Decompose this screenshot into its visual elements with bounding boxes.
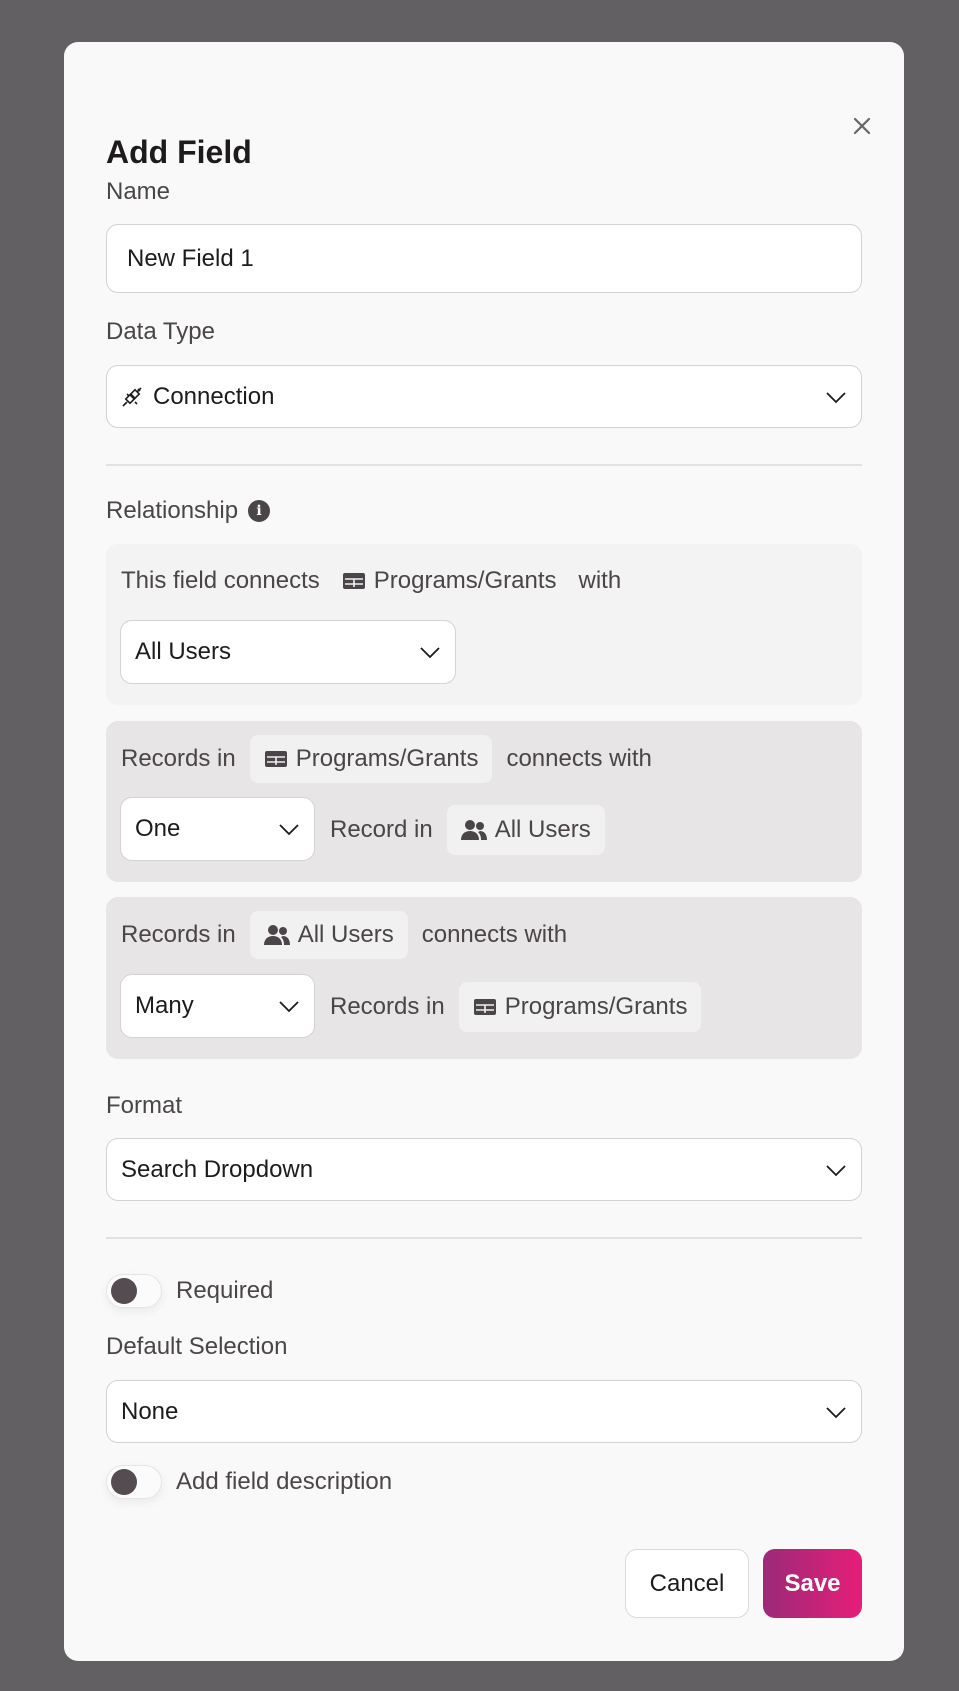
intro-table: Programs/Grants [373,567,557,594]
rule2-prefix: Records in [121,921,236,948]
close-icon[interactable] [844,108,880,144]
format-select[interactable]: Search Dropdown [106,1138,862,1201]
relationship-label: Relationship [106,497,239,524]
toggle-knob [111,1469,137,1495]
rule1-connects: connects with [506,745,652,772]
chevron-down-icon [826,1164,846,1176]
default-selection-value: None [121,1397,179,1425]
data-type-select[interactable]: Connection [106,365,862,428]
rule2-count-select[interactable]: Many [120,974,315,1038]
format-value: Search Dropdown [121,1155,314,1183]
table-icon [473,999,496,1015]
save-button[interactable]: Save [763,1549,862,1618]
rule2-target-table: Programs/Grants [504,993,688,1020]
data-type-value: Connection [153,382,275,410]
rule1-target: Record in All Users [330,805,605,855]
users-icon [263,925,290,945]
relationship-rule-1: Records in Programs/Grants connects with… [106,721,862,882]
connect-table-value: All Users [135,638,232,665]
required-row: Required [106,1274,273,1308]
table-icon [264,751,287,767]
divider [106,1237,862,1239]
required-label: Required [176,1277,274,1304]
rule1-count-value: One [135,815,181,842]
chevron-down-icon [826,391,846,403]
chevron-down-icon [420,647,440,659]
intro-suffix: with [578,567,622,594]
rule1-target-label: Record in [330,816,433,843]
rule2-connects: connects with [421,921,568,948]
chevron-down-icon [279,824,299,836]
add-field-dialog: Add Field Name New Field 1 Data Type Con… [64,42,904,1661]
cancel-button[interactable]: Cancel [625,1549,749,1618]
description-row: Add field description [106,1465,392,1499]
divider [106,464,862,466]
toggle-knob [111,1278,137,1304]
name-label: Name [106,178,171,205]
users-icon [460,820,487,840]
name-input[interactable]: New Field 1 [106,224,862,293]
required-toggle[interactable] [106,1274,162,1308]
rule2-target: Records in Programs/Grants [330,982,702,1032]
table-icon [342,573,365,589]
dialog-title: Add Field [106,134,252,170]
rule1-count-select[interactable]: One [120,797,315,861]
relationship-rule-2: Records in All Users connects with Many [106,897,862,1059]
description-label: Add field description [176,1468,393,1495]
name-value: New Field 1 [127,244,254,272]
rule2-target-label: Records in [330,993,445,1020]
data-type-label: Data Type [106,318,215,345]
rule2-count-value: Many [135,992,194,1019]
plug-icon [122,386,142,407]
default-selection-select[interactable]: None [106,1380,862,1443]
info-icon[interactable]: i [248,500,271,522]
intro-prefix: This field connects [121,567,320,594]
format-label: Format [106,1092,183,1119]
chevron-down-icon [279,1001,299,1013]
connect-table-select[interactable]: All Users [120,620,456,684]
rule1-table: Programs/Grants [295,745,479,772]
relationship-heading: Relationship i [106,496,271,526]
rule2-table: All Users [297,921,394,948]
relationship-intro: This field connects Programs/Grants with… [106,544,862,705]
rule1-target-table: All Users [494,816,591,843]
rule1-prefix: Records in [121,745,236,772]
chevron-down-icon [826,1406,846,1418]
default-selection-label: Default Selection [106,1333,288,1360]
description-toggle[interactable] [106,1465,162,1499]
